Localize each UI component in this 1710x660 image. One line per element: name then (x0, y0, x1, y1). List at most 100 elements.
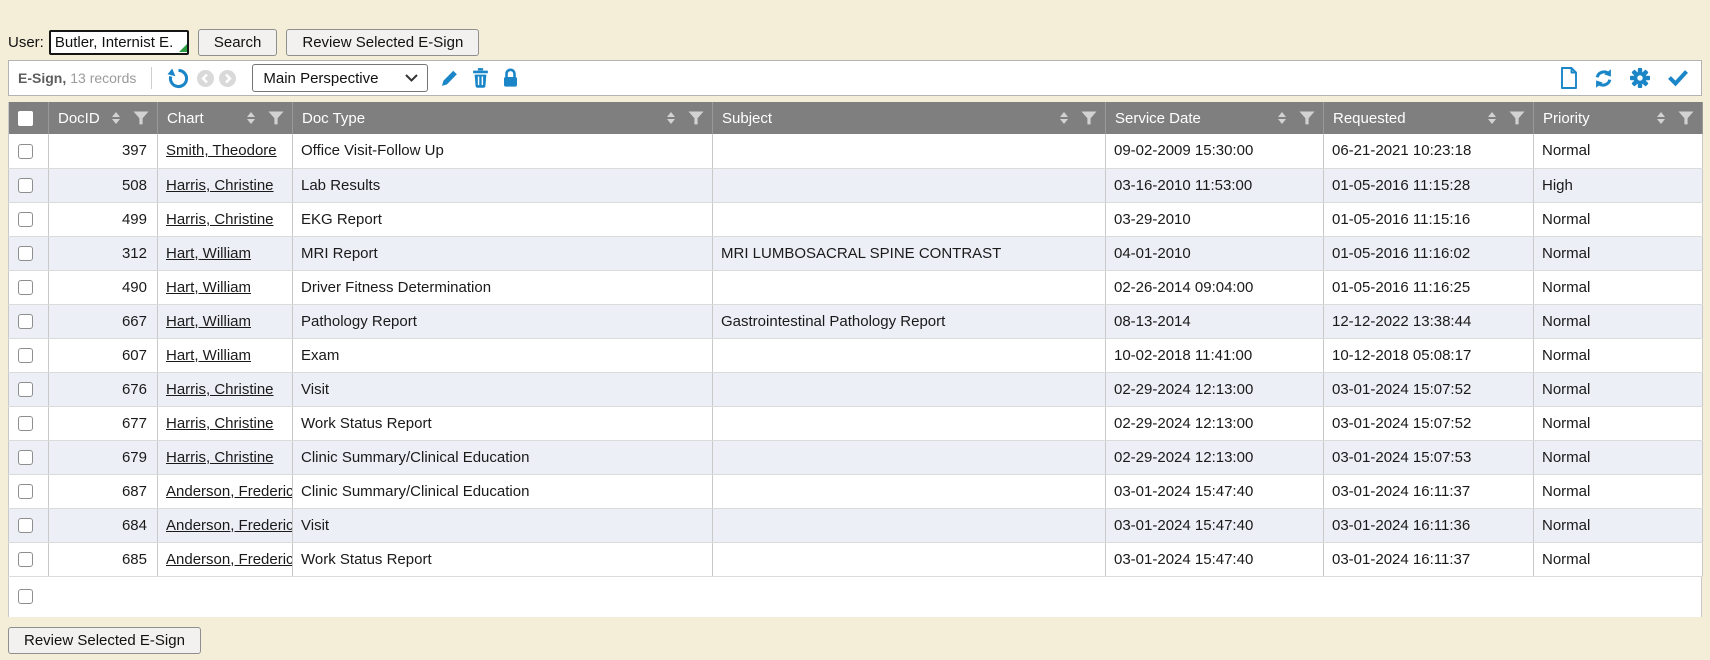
cell-subject (713, 474, 1106, 508)
row-select-cell (9, 542, 49, 576)
chart-link[interactable]: Harris, Christine (166, 449, 274, 466)
filter-icon[interactable] (268, 111, 284, 125)
trash-icon[interactable] (471, 67, 490, 89)
filter-icon[interactable] (1678, 111, 1694, 125)
undo-icon[interactable] (167, 67, 190, 90)
column-label: Service Date (1115, 110, 1278, 127)
table-row: 685Anderson, FrederickWork Status Report… (9, 542, 1703, 576)
toolbar-right-group (1558, 66, 1690, 90)
row-select-cell (9, 372, 49, 406)
chart-link[interactable]: Hart, William (166, 245, 251, 262)
cell-priority: High (1534, 168, 1703, 202)
column-header-subject[interactable]: Subject (713, 102, 1106, 134)
table-row: 687Anderson, FrederickClinic Summary/Cli… (9, 474, 1703, 508)
chevron-down-icon (405, 74, 418, 82)
cell-chart: Anderson, Frederick (158, 474, 293, 508)
chart-link[interactable]: Harris, Christine (166, 415, 274, 432)
chart-link[interactable]: Anderson, Frederick (166, 551, 293, 568)
column-header-priority[interactable]: Priority (1534, 102, 1703, 134)
sort-icon[interactable] (112, 112, 120, 124)
cell-subject (713, 134, 1106, 168)
row-checkbox[interactable] (18, 178, 33, 193)
next-icon[interactable] (219, 70, 236, 87)
chart-link[interactable]: Smith, Theodore (166, 142, 277, 159)
esign-table: DocID Chart Doc Type (8, 102, 1703, 577)
row-select-cell (9, 474, 49, 508)
row-select-cell (9, 270, 49, 304)
row-checkbox[interactable] (18, 450, 33, 465)
prev-icon[interactable] (197, 70, 214, 87)
cell-service-date: 02-29-2024 12:13:00 (1106, 406, 1324, 440)
column-header-requested[interactable]: Requested (1324, 102, 1534, 134)
chart-link[interactable]: Harris, Christine (166, 177, 274, 194)
cell-subject: Gastrointestinal Pathology Report (713, 304, 1106, 338)
footer-row-checkbox[interactable] (18, 589, 33, 604)
filter-icon[interactable] (133, 111, 149, 125)
cell-chart: Hart, William (158, 236, 293, 270)
table-header: DocID Chart Doc Type (9, 102, 1703, 134)
chart-link[interactable]: Hart, William (166, 313, 251, 330)
review-selected-button-bottom[interactable]: Review Selected E-Sign (8, 627, 201, 654)
chart-link[interactable]: Anderson, Frederick (166, 517, 293, 534)
cell-docid: 687 (49, 474, 158, 508)
column-header-docid[interactable]: DocID (49, 102, 158, 134)
cell-requested: 01-05-2016 11:16:25 (1324, 270, 1534, 304)
cell-docid: 679 (49, 440, 158, 474)
column-label: Subject (722, 110, 1060, 127)
record-count: 13 records (70, 70, 136, 86)
filter-icon[interactable] (688, 111, 704, 125)
column-header-doc-type[interactable]: Doc Type (293, 102, 713, 134)
user-input[interactable] (49, 30, 189, 55)
chart-link[interactable]: Anderson, Frederick (166, 483, 293, 500)
column-header-service-date[interactable]: Service Date (1106, 102, 1324, 134)
filter-icon[interactable] (1509, 111, 1525, 125)
toolbar-edit-group (439, 67, 520, 89)
sort-icon[interactable] (667, 112, 675, 124)
sort-icon[interactable] (1278, 112, 1286, 124)
pencil-icon[interactable] (439, 68, 460, 89)
row-checkbox[interactable] (18, 246, 33, 261)
cell-requested: 03-01-2024 16:11:36 (1324, 508, 1534, 542)
cell-subject (713, 372, 1106, 406)
chart-link[interactable]: Hart, William (166, 347, 251, 364)
row-checkbox[interactable] (18, 382, 33, 397)
cell-doc-type: Pathology Report (293, 304, 713, 338)
input-corner-handle-icon (179, 44, 187, 52)
check-icon[interactable] (1666, 68, 1690, 88)
cell-doc-type: EKG Report (293, 202, 713, 236)
search-button[interactable]: Search (198, 29, 278, 56)
chart-link[interactable]: Harris, Christine (166, 381, 274, 398)
cell-chart: Harris, Christine (158, 440, 293, 474)
column-header-chart[interactable]: Chart (158, 102, 293, 134)
row-checkbox[interactable] (18, 280, 33, 295)
perspective-dropdown[interactable]: Main Perspective (252, 64, 428, 92)
row-checkbox[interactable] (18, 416, 33, 431)
filter-icon[interactable] (1081, 111, 1097, 125)
filter-icon[interactable] (1299, 111, 1315, 125)
new-document-icon[interactable] (1558, 66, 1578, 90)
perspective-dropdown-value: Main Perspective (263, 70, 378, 87)
row-checkbox[interactable] (18, 484, 33, 499)
refresh-icon[interactable] (1593, 68, 1614, 89)
review-selected-button-top[interactable]: Review Selected E-Sign (286, 29, 479, 56)
sort-icon[interactable] (1657, 112, 1665, 124)
row-checkbox[interactable] (18, 144, 33, 159)
row-checkbox[interactable] (18, 518, 33, 533)
row-checkbox[interactable] (18, 314, 33, 329)
cell-priority: Normal (1534, 508, 1703, 542)
gear-icon[interactable] (1629, 67, 1651, 89)
sort-icon[interactable] (1488, 112, 1496, 124)
row-checkbox[interactable] (18, 212, 33, 227)
cell-requested: 01-05-2016 11:15:16 (1324, 202, 1534, 236)
cell-subject (713, 440, 1106, 474)
sort-icon[interactable] (1060, 112, 1068, 124)
sort-icon[interactable] (247, 112, 255, 124)
row-checkbox[interactable] (18, 552, 33, 567)
chart-link[interactable]: Harris, Christine (166, 211, 274, 228)
chart-link[interactable]: Hart, William (166, 279, 251, 296)
row-select-cell (9, 406, 49, 440)
cell-docid: 685 (49, 542, 158, 576)
select-all-checkbox[interactable] (18, 111, 33, 126)
row-checkbox[interactable] (18, 348, 33, 363)
lock-icon[interactable] (501, 67, 520, 89)
